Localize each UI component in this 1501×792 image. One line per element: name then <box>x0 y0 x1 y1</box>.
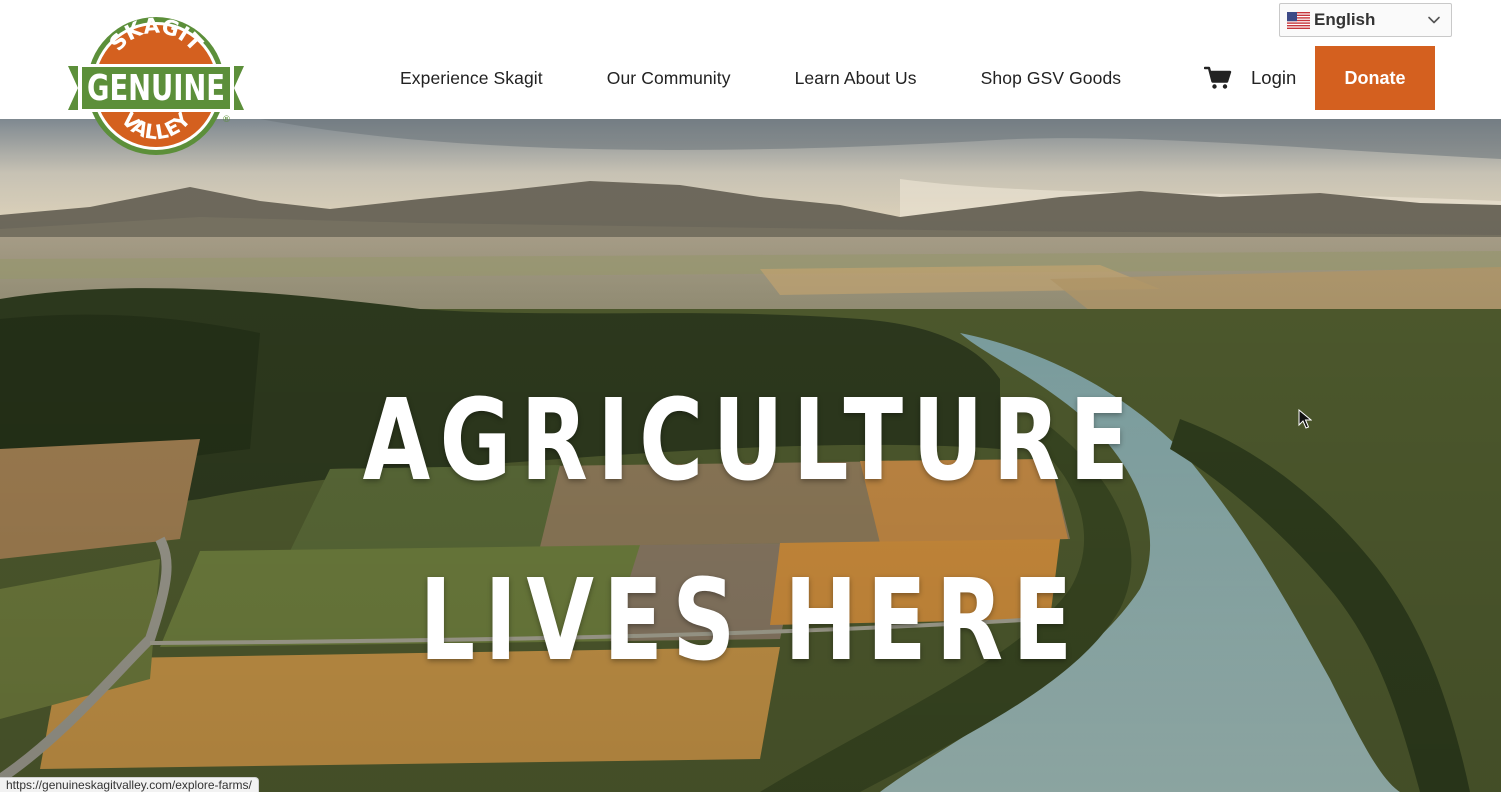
genuine-skagit-valley-logo[interactable]: GENUINE SKAGIT VALLEY ® <box>64 13 248 160</box>
language-selector[interactable]: English <box>1279 3 1452 37</box>
main-nav: Experience Skagit Our Community Learn Ab… <box>400 58 1121 98</box>
logo-middle-text: GENUINE <box>87 68 225 109</box>
language-label: English <box>1314 10 1376 29</box>
login-link[interactable]: Login <box>1251 67 1296 89</box>
hero-headline-line-1: AGRICULTURE <box>362 376 1139 506</box>
hero-section: AGRICULTURE LIVES HERE <box>0 119 1501 792</box>
shopping-cart-icon[interactable] <box>1204 66 1232 90</box>
nav-item-experience-skagit[interactable]: Experience Skagit <box>400 68 543 89</box>
browser-status-bar-url: https://genuineskagitvalley.com/explore-… <box>0 777 259 792</box>
us-flag-icon <box>1287 11 1310 29</box>
hero-headline-line-2: LIVES HERE <box>419 556 1082 686</box>
nav-item-our-community[interactable]: Our Community <box>607 68 731 89</box>
mouse-cursor-icon <box>1298 409 1312 429</box>
nav-item-shop-gsv-goods[interactable]: Shop GSV Goods <box>981 68 1122 89</box>
donate-button[interactable]: Donate <box>1315 46 1435 110</box>
registered-mark: ® <box>222 115 231 125</box>
nav-item-learn-about-us[interactable]: Learn About Us <box>795 68 917 89</box>
chevron-down-icon <box>1427 13 1441 27</box>
